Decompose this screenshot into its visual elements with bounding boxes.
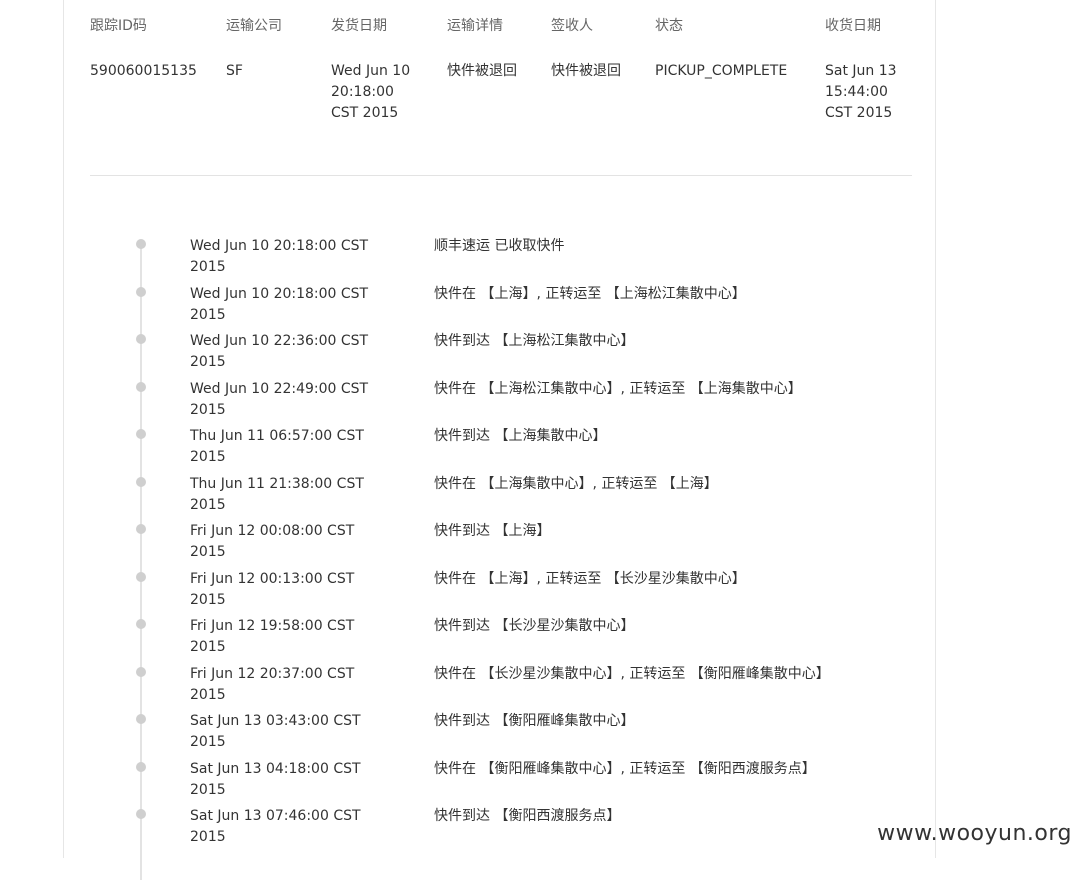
timeline-event: Sat Jun 13 07:46:00 CST 2015 快件到达 【衡阳西渡服…	[132, 800, 892, 845]
header-status: 状态	[655, 18, 683, 34]
header-carrier: 运输公司	[226, 18, 282, 34]
timeline-dot-icon	[136, 239, 146, 249]
tracking-panel: 跟踪ID码 运输公司 发货日期 运输详情 签收人 状态 收货日期 5900600…	[63, 0, 936, 880]
cell-receive-date: Sat Jun 13 15:44:00 CST 2015	[825, 63, 897, 121]
divider	[90, 175, 912, 176]
event-time: Thu Jun 11 06:57:00 CST 2015	[190, 428, 364, 465]
event-description: 快件在 【长沙星沙集散中心】, 正转运至 【衡阳雁峰集散中心】	[434, 666, 830, 682]
event-time: Wed Jun 10 22:36:00 CST 2015	[190, 333, 369, 370]
timeline-event: Sat Jun 13 04:18:00 CST 2015 快件在 【衡阳雁峰集散…	[132, 753, 892, 798]
event-description: 快件到达 【衡阳雁峰集散中心】	[434, 713, 635, 729]
event-time: Fri Jun 12 20:37:00 CST 2015	[190, 666, 355, 703]
cell-ship-date: Wed Jun 10 20:18:00 CST 2015	[331, 63, 411, 121]
timeline-dot-icon	[136, 287, 146, 297]
timeline-event: Fri Jun 12 19:58:00 CST 2015 快件到达 【长沙星沙集…	[132, 610, 892, 655]
header-ship-date: 发货日期	[331, 18, 387, 34]
event-description: 快件到达 【长沙星沙集散中心】	[434, 618, 635, 634]
timeline-event: Wed Jun 10 20:18:00 CST 2015 快件在 【上海】, 正…	[132, 278, 892, 323]
event-time: Fri Jun 12 00:13:00 CST 2015	[190, 571, 355, 608]
event-description: 快件在 【上海】, 正转运至 【上海松江集散中心】	[434, 286, 746, 302]
event-time: Wed Jun 10 20:18:00 CST 2015	[190, 238, 369, 275]
cell-transport-details: 快件被退回	[447, 63, 517, 79]
event-description: 快件在 【衡阳雁峰集散中心】, 正转运至 【衡阳西渡服务点】	[434, 761, 816, 777]
event-description: 快件到达 【衡阳西渡服务点】	[434, 808, 621, 824]
event-time: Sat Jun 13 07:46:00 CST 2015	[190, 808, 361, 845]
event-description: 快件在 【上海】, 正转运至 【长沙星沙集散中心】	[434, 571, 746, 587]
event-time: Sat Jun 13 04:18:00 CST 2015	[190, 761, 361, 798]
event-time: Fri Jun 12 19:58:00 CST 2015	[190, 618, 355, 655]
timeline-dot-icon	[136, 382, 146, 392]
timeline-event: Fri Jun 12 00:13:00 CST 2015 快件在 【上海】, 正…	[132, 563, 892, 608]
timeline-dot-icon	[136, 429, 146, 439]
event-description: 快件到达 【上海集散中心】	[434, 428, 607, 444]
timeline-event: Fri Jun 12 20:37:00 CST 2015 快件在 【长沙星沙集散…	[132, 658, 892, 703]
watermark: www.wooyun.org	[877, 821, 1072, 846]
timeline-event: Thu Jun 11 06:57:00 CST 2015 快件到达 【上海集散中…	[132, 420, 892, 465]
cell-signer: 快件被退回	[551, 63, 621, 79]
timeline-dot-icon	[136, 619, 146, 629]
timeline-dot-icon	[136, 524, 146, 534]
timeline-dot-icon	[136, 334, 146, 344]
timeline-event: Wed Jun 10 22:36:00 CST 2015 快件到达 【上海松江集…	[132, 325, 892, 370]
timeline-dot-icon	[136, 667, 146, 677]
timeline-dot-icon	[136, 572, 146, 582]
timeline-dot-icon	[136, 762, 146, 772]
timeline-event: Wed Jun 10 20:18:00 CST 2015 顺丰速运 已收取快件	[132, 230, 892, 275]
cell-tracking-id: 590060015135	[90, 63, 197, 79]
event-description: 快件到达 【上海】	[434, 523, 551, 539]
cell-carrier: SF	[226, 63, 243, 79]
timeline-event: Wed Jun 10 22:49:00 CST 2015 快件在 【上海松江集散…	[132, 373, 892, 418]
event-time: Wed Jun 10 20:18:00 CST 2015	[190, 286, 369, 323]
header-signer: 签收人	[551, 18, 593, 34]
event-time: Sat Jun 13 03:43:00 CST 2015	[190, 713, 361, 750]
event-description: 快件在 【上海松江集散中心】, 正转运至 【上海集散中心】	[434, 381, 802, 397]
event-description: 顺丰速运 已收取快件	[434, 238, 565, 254]
event-time: Fri Jun 12 00:08:00 CST 2015	[190, 523, 355, 560]
event-description: 快件在 【上海集散中心】, 正转运至 【上海】	[434, 476, 718, 492]
timeline-dot-icon	[136, 809, 146, 819]
timeline-dot-icon	[136, 714, 146, 724]
timeline-event: Sat Jun 13 03:43:00 CST 2015 快件到达 【衡阳雁峰集…	[132, 705, 892, 750]
timeline-event: Thu Jun 11 21:38:00 CST 2015 快件在 【上海集散中心…	[132, 468, 892, 513]
timeline-event: Fri Jun 12 00:08:00 CST 2015 快件到达 【上海】	[132, 515, 892, 560]
header-receive-date: 收货日期	[825, 18, 881, 34]
header-transport-details: 运输详情	[447, 18, 503, 34]
header-tracking-id: 跟踪ID码	[90, 18, 147, 34]
timeline-dot-icon	[136, 477, 146, 487]
event-description: 快件到达 【上海松江集散中心】	[434, 333, 635, 349]
event-time: Thu Jun 11 21:38:00 CST 2015	[190, 476, 364, 513]
cell-status: PICKUP_COMPLETE	[655, 63, 788, 79]
event-time: Wed Jun 10 22:49:00 CST 2015	[190, 381, 369, 418]
